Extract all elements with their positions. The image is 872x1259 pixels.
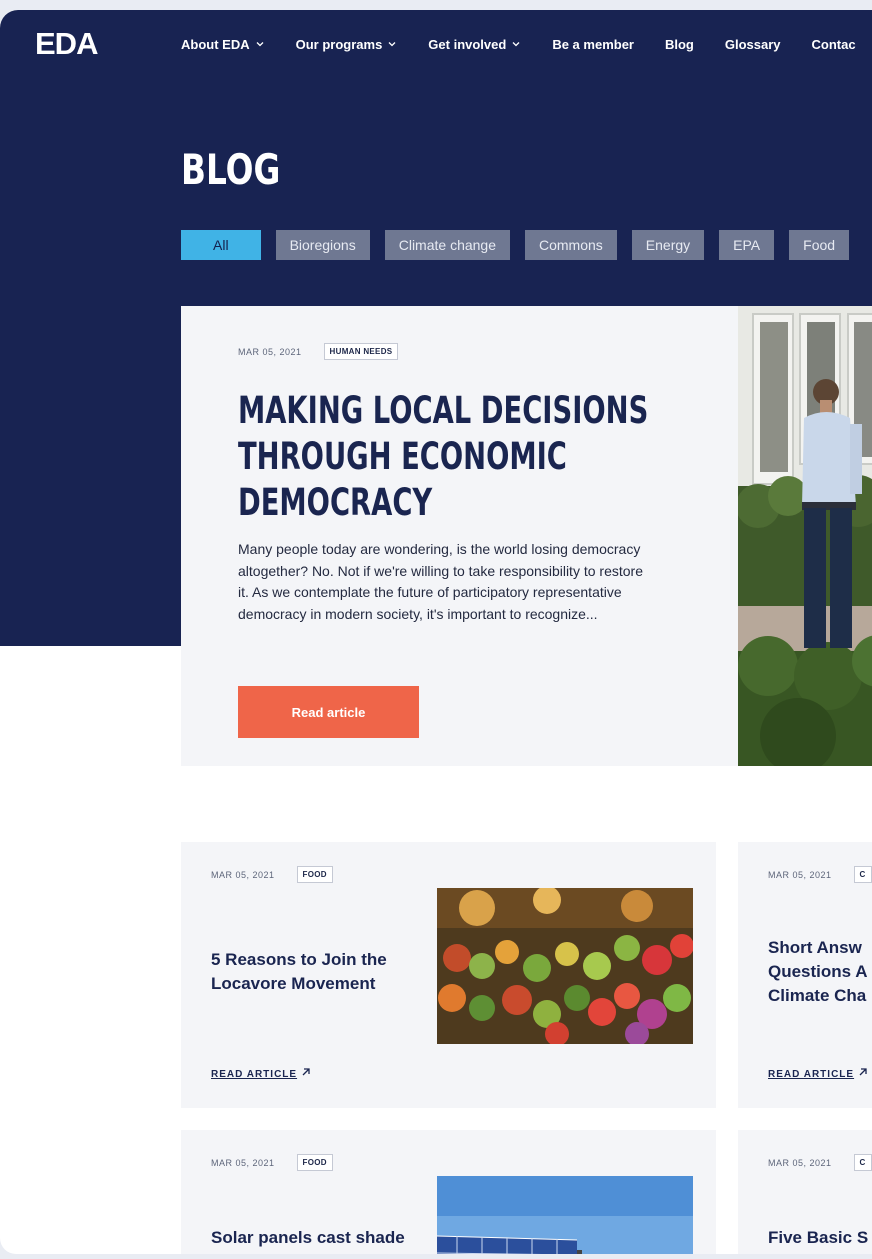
article-meta: MAR 05, 2021 FOOD	[211, 1154, 333, 1171]
arrow-up-right-icon	[858, 1067, 868, 1080]
vegetable-market-image	[437, 888, 693, 1044]
title-line: THROUGH ECONOMIC	[238, 435, 567, 478]
article-date: MAR 05, 2021	[211, 869, 275, 880]
category-tag[interactable]: C	[853, 866, 872, 883]
article-card-title[interactable]: Five Basic S	[768, 1226, 872, 1250]
nav-label: Our programs	[295, 36, 383, 52]
title-line: MAKING LOCAL DECISIONS	[238, 389, 649, 432]
eda-logo[interactable]: EDA	[35, 26, 98, 62]
nav-label: Contac	[811, 36, 856, 52]
article-meta: MAR 05, 2021 HUMAN NEEDS	[238, 343, 399, 360]
nav-label: Be a member	[552, 36, 634, 52]
solar-panel-image	[437, 1176, 693, 1254]
arrow-up-right-icon	[301, 1067, 311, 1080]
article-card: MAR 05, 2021 FOOD Solar panels cast shad…	[181, 1130, 716, 1254]
nav-item-contact[interactable]: Contac	[812, 37, 856, 52]
filter-chip-food[interactable]: Food	[789, 230, 850, 260]
filter-chip-commons[interactable]: Commons	[525, 230, 617, 260]
category-tag[interactable]: C	[853, 1154, 872, 1171]
article-date: MAR 05, 2021	[768, 1157, 832, 1168]
read-article-button[interactable]: Read article	[238, 686, 419, 738]
page-title: BLOG	[181, 145, 281, 194]
read-article-label: READ ARTICLE	[768, 1069, 855, 1080]
nav-label: Blog	[664, 36, 694, 52]
article-date: MAR 05, 2021	[238, 346, 302, 357]
nav-item-programs[interactable]: Our programs	[296, 37, 398, 52]
category-tag[interactable]: HUMAN NEEDS	[323, 343, 399, 360]
filter-chip-climate-change[interactable]: Climate change	[384, 230, 510, 260]
article-card-title[interactable]: Short Answ Questions A Climate Cha	[768, 936, 872, 1008]
read-article-link[interactable]: READ ARTICLE	[211, 1067, 311, 1080]
read-article-label: READ ARTICLE	[211, 1069, 298, 1080]
article-meta: MAR 05, 2021 C	[768, 866, 872, 883]
browser-frame: EDA About EDA Our programs Get involved …	[0, 10, 872, 1254]
title-line: DEMOCRACY	[238, 481, 433, 524]
chevron-down-icon	[255, 39, 265, 49]
nav-item-get-involved[interactable]: Get involved	[428, 37, 521, 52]
nav-item-glossary[interactable]: Glossary	[725, 37, 781, 52]
article-card: MAR 05, 2021 C Short Answ Questions A Cl…	[738, 842, 872, 1108]
read-article-link[interactable]: READ ARTICLE	[768, 1067, 868, 1080]
nav-label: About EDA	[181, 36, 250, 52]
featured-article-image	[738, 306, 872, 766]
category-filters: All Bioregions Climate change Commons En…	[181, 230, 864, 260]
article-card-title[interactable]: Solar panels cast shade	[211, 1226, 431, 1250]
filter-chip-energy[interactable]: Energy	[631, 230, 705, 260]
filter-chip-all[interactable]: All	[181, 230, 261, 260]
featured-article-title[interactable]: MAKING LOCAL DECISIONS THROUGH ECONOMIC …	[238, 388, 756, 526]
chevron-down-icon	[387, 39, 397, 49]
article-date: MAR 05, 2021	[768, 869, 832, 880]
filter-chip-bioregions[interactable]: Bioregions	[275, 230, 370, 260]
chevron-down-icon	[511, 39, 521, 49]
category-tag[interactable]: FOOD	[296, 866, 333, 883]
featured-article: MAR 05, 2021 HUMAN NEEDS MAKING LOCAL DE…	[181, 306, 872, 766]
article-meta: MAR 05, 2021 C	[768, 1154, 872, 1171]
article-card: MAR 05, 2021 FOOD 5 Reasons to Join the …	[181, 842, 716, 1108]
filter-chip-epa[interactable]: EPA	[719, 230, 775, 260]
nav-label: Get involved	[428, 36, 507, 52]
featured-article-excerpt: Many people today are wondering, is the …	[238, 541, 643, 622]
category-tag[interactable]: FOOD	[296, 1154, 333, 1171]
article-date: MAR 05, 2021	[211, 1157, 275, 1168]
nav-item-blog[interactable]: Blog	[665, 37, 694, 52]
nav-item-be-a-member[interactable]: Be a member	[552, 37, 634, 52]
article-meta: MAR 05, 2021 FOOD	[211, 866, 333, 883]
article-card-title[interactable]: 5 Reasons to Join the Locavore Movement	[211, 948, 411, 996]
main-navigation: About EDA Our programs Get involved Be a…	[181, 35, 872, 53]
article-card: MAR 05, 2021 C Five Basic S	[738, 1130, 872, 1254]
nav-item-about[interactable]: About EDA	[181, 37, 265, 52]
nav-label: Glossary	[724, 36, 781, 52]
featured-article-body: MAR 05, 2021 HUMAN NEEDS MAKING LOCAL DE…	[181, 306, 738, 766]
